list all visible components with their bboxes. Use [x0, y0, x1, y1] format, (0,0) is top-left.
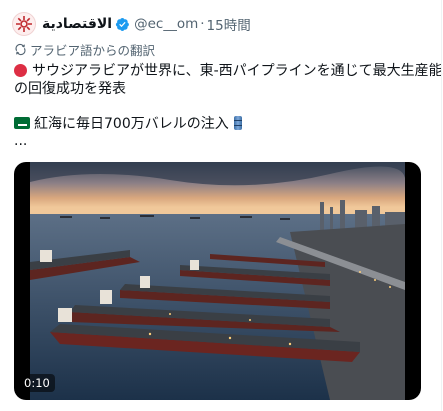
tweet-card[interactable]: الاقتصادية @ec__om · 15時間 アラビア語からの翻訳 サウジ…	[0, 0, 443, 411]
video-player[interactable]: 0:10	[14, 162, 421, 400]
tweet-text-line-1: サウジアラビアが世界に、東-西パイプラインを通じて最大生産能力	[14, 60, 443, 80]
red-circle-icon	[14, 63, 27, 77]
tweet-timestamp[interactable]: 15時間	[207, 14, 251, 34]
saudi-flag-icon	[14, 117, 30, 129]
video-timestamp: 0:10	[19, 374, 55, 392]
oil-barrel-icon	[233, 116, 242, 130]
card-border	[441, 0, 442, 411]
verified-badge-icon	[115, 17, 130, 32]
avatar[interactable]	[12, 12, 36, 36]
header-separator: ·	[200, 16, 205, 32]
user-handle[interactable]: @ec__om	[134, 16, 198, 32]
tweet-text-3: 紅海に毎日700万バレルの注入	[34, 116, 229, 132]
show-more-ellipsis[interactable]: ...	[14, 131, 27, 151]
translation-note[interactable]: アラビア語からの翻訳	[14, 41, 156, 58]
tweet-text-line-3: 紅海に毎日700万バレルの注入	[14, 113, 242, 133]
display-name[interactable]: الاقتصادية	[42, 16, 112, 32]
translation-label: アラビア語からの翻訳	[30, 42, 156, 58]
translate-icon	[15, 43, 26, 55]
video-frame-tanker-port	[30, 162, 405, 400]
tweet-header: الاقتصادية @ec__om · 15時間	[42, 14, 251, 34]
eqtisadiah-logo-icon	[16, 16, 32, 32]
tweet-text-line-2: の回復成功を発表	[14, 81, 126, 97]
tweet-text-1: サウジアラビアが世界に、東-西パイプラインを通じて最大生産能力	[32, 63, 443, 79]
